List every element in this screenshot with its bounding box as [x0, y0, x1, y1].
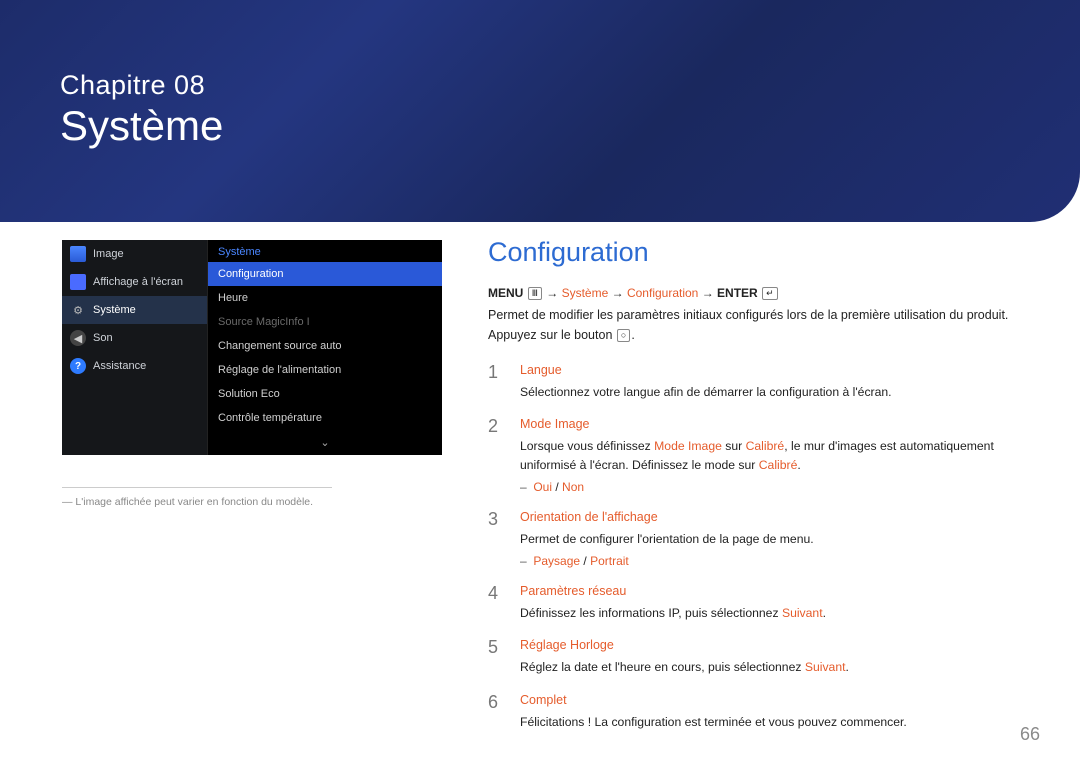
- chevron-down-icon: ⌄: [320, 437, 329, 449]
- tv-left-label: Assistance: [93, 360, 146, 372]
- bc-configuration: Configuration: [627, 286, 698, 300]
- bc-arrow: →: [546, 286, 558, 300]
- step-options: – Paysage / Portrait: [520, 554, 1030, 568]
- tv-right-item-temp: Contrôle température: [208, 406, 442, 430]
- tv-left-item-system: ⚙ Système: [62, 296, 207, 324]
- step-title: Langue: [520, 363, 1030, 377]
- image-icon: [70, 246, 86, 262]
- step-clock: Réglage Horloge Réglez la date et l'heur…: [488, 638, 1030, 676]
- chapter-header: Chapitre 08 Système: [0, 0, 1080, 222]
- chapter-title: Système: [60, 103, 1020, 149]
- step-body: Réglez la date et l'heure en cours, puis…: [520, 658, 1030, 676]
- bc-enter: ENTER: [717, 286, 758, 300]
- footnote-divider: [62, 487, 332, 488]
- tv-right-header: Système: [208, 240, 442, 262]
- enter-button-icon: ↵: [762, 287, 778, 300]
- steps-list: Langue Sélectionnez votre langue afin de…: [488, 363, 1030, 731]
- step-body: Permet de configurer l'orientation de la…: [520, 530, 1030, 548]
- section-heading: Configuration: [488, 237, 1030, 268]
- menu-button-icon: Ⅲ: [528, 287, 542, 300]
- tv-left-label: Affichage à l'écran: [93, 276, 183, 288]
- intro-paragraph: Permet de modifier les paramètres initia…: [488, 306, 1030, 345]
- chapter-label: Chapitre 08: [60, 70, 1020, 101]
- tv-right-item-heure: Heure: [208, 286, 442, 310]
- step-title: Réglage Horloge: [520, 638, 1030, 652]
- screen-icon: [70, 274, 86, 290]
- step-title: Paramètres réseau: [520, 584, 1030, 598]
- bc-system: Système: [562, 286, 609, 300]
- step-body: Lorsque vous définissez Mode Image sur C…: [520, 437, 1030, 474]
- step-title: Orientation de l'affichage: [520, 510, 1030, 524]
- circle-button-icon: ○: [617, 329, 630, 342]
- tv-right-item-magicinfo: Source MagicInfo I: [208, 310, 442, 334]
- step-body: Définissez les informations IP, puis sél…: [520, 604, 1030, 622]
- footnote-text: ― L'image affichée peut varier en foncti…: [62, 496, 450, 508]
- help-icon: ?: [70, 358, 86, 374]
- menu-path: MENU Ⅲ → Système → Configuration → ENTER…: [488, 286, 1030, 300]
- sound-icon: ◀: [70, 330, 86, 346]
- tv-menu-left-panel: Image Affichage à l'écran ⚙ Système ◀ So…: [62, 240, 207, 455]
- tv-right-item-power: Réglage de l'alimentation: [208, 358, 442, 382]
- page-number: 66: [1020, 724, 1040, 745]
- tv-left-label: Système: [93, 304, 136, 316]
- step-title: Mode Image: [520, 417, 1030, 431]
- tv-right-item-eco: Solution Eco: [208, 382, 442, 406]
- step-body: Félicitations ! La configuration est ter…: [520, 713, 1030, 731]
- bc-menu: MENU: [488, 286, 523, 300]
- step-network: Paramètres réseau Définissez les informa…: [488, 584, 1030, 622]
- tv-right-item-configuration: Configuration: [208, 262, 442, 286]
- gear-icon: ⚙: [70, 302, 86, 318]
- intro-text-a: Permet de modifier les paramètres initia…: [488, 308, 1008, 341]
- tv-right-item-source-auto: Changement source auto: [208, 334, 442, 358]
- step-mode-image: Mode Image Lorsque vous définissez Mode …: [488, 417, 1030, 494]
- tv-left-item-sound: ◀ Son: [62, 324, 207, 352]
- tv-left-item-image: Image: [62, 240, 207, 268]
- tv-right-more-arrow: ⌄: [208, 430, 442, 455]
- bc-arrow: →: [612, 286, 624, 300]
- step-title: Complet: [520, 693, 1030, 707]
- tv-left-item-screen: Affichage à l'écran: [62, 268, 207, 296]
- intro-text-b: .: [631, 328, 634, 342]
- bc-arrow: →: [702, 286, 714, 300]
- step-body: Sélectionnez votre langue afin de démarr…: [520, 383, 1030, 401]
- step-orientation: Orientation de l'affichage Permet de con…: [488, 510, 1030, 568]
- tv-menu-screenshot: Image Affichage à l'écran ⚙ Système ◀ So…: [62, 240, 442, 455]
- step-complete: Complet Félicitations ! La configuration…: [488, 693, 1030, 731]
- tv-left-label: Son: [93, 332, 113, 344]
- step-options: – Oui / Non: [520, 480, 1030, 494]
- tv-left-item-help: ? Assistance: [62, 352, 207, 380]
- tv-left-label: Image: [93, 248, 124, 260]
- tv-menu-right-panel: Système Configuration Heure Source Magic…: [207, 240, 442, 455]
- step-langue: Langue Sélectionnez votre langue afin de…: [488, 363, 1030, 401]
